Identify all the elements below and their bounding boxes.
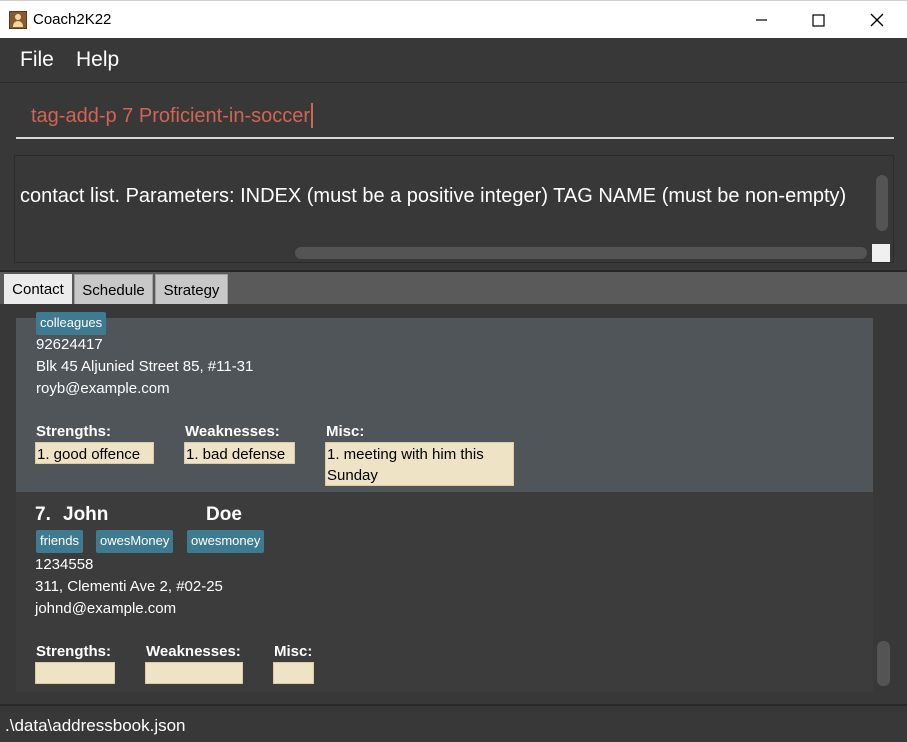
- data-file-path: .\data\addressbook.json: [5, 716, 186, 735]
- person-address: 311, Clementi Ave 2, #02-25: [35, 578, 223, 595]
- strengths-label: Strengths:: [36, 643, 111, 660]
- tab-strategy[interactable]: Strategy: [155, 274, 228, 305]
- tab-bar: Contact Schedule Strategy: [0, 270, 907, 305]
- tag-owesMoney: owesMoney: [96, 530, 174, 553]
- misc-label: Misc:: [326, 423, 365, 440]
- tab-contact[interactable]: Contact: [4, 274, 72, 305]
- person-card-selected[interactable]: colleagues 92624417 Blk 45 Aljunied Stre…: [16, 312, 873, 492]
- weaknesses-label: Weaknesses:: [185, 423, 280, 440]
- misc-note-line-2: Sunday: [327, 467, 378, 484]
- person-address: Blk 45 Aljunied Street 85, #11-31: [36, 358, 254, 375]
- person-phone: 1234558: [35, 556, 94, 573]
- strengths-note: 1. good offence: [35, 442, 154, 464]
- result-horizontal-scrollbar[interactable]: [295, 247, 867, 259]
- menu-help[interactable]: Help: [76, 48, 119, 72]
- person-list: colleagues 92624417 Blk 45 Aljunied Stre…: [0, 304, 907, 702]
- weaknesses-label: Weaknesses:: [146, 643, 241, 660]
- tag-friends: friends: [36, 530, 84, 553]
- misc-note: [273, 662, 314, 684]
- result-display: contact list. Parameters: INDEX (must be…: [14, 155, 894, 263]
- weaknesses-note: 1. bad defense: [184, 442, 295, 464]
- maximize-icon: [811, 13, 825, 27]
- tag-colleagues: colleagues: [36, 312, 107, 335]
- weaknesses-note: [145, 662, 243, 684]
- status-bar: .\data\addressbook.json: [0, 704, 907, 742]
- menu-file[interactable]: File: [20, 48, 54, 72]
- person-card-7[interactable]: 7. John Doe friends owesMoney owesmoney …: [16, 492, 873, 692]
- command-text: tag-add-p 7 Proficient-in-soccer: [31, 105, 311, 127]
- person-last-name: Doe: [206, 504, 242, 525]
- minimize-icon: [756, 19, 767, 21]
- strengths-note: [35, 662, 115, 684]
- menu-bar: File Help: [0, 38, 907, 82]
- misc-label: Misc:: [274, 643, 313, 660]
- command-input[interactable]: tag-add-p 7 Proficient-in-soccer: [16, 83, 894, 139]
- title-bar: Coach2K22: [0, 0, 907, 38]
- tab-schedule[interactable]: Schedule: [74, 274, 153, 305]
- command-area: tag-add-p 7 Proficient-in-soccer: [0, 82, 907, 150]
- close-icon: [870, 13, 884, 27]
- scroll-corner: [872, 244, 890, 262]
- person-phone: 92624417: [36, 336, 103, 353]
- person-index: 7.: [35, 504, 51, 525]
- maximize-button[interactable]: [789, 1, 847, 39]
- strengths-label: Strengths:: [36, 423, 111, 440]
- close-button[interactable]: [848, 1, 906, 39]
- tag-owesmoney: owesmoney: [187, 530, 265, 553]
- person-email: royb@example.com: [36, 380, 170, 397]
- minimize-button[interactable]: [733, 1, 791, 39]
- person-email: johnd@example.com: [35, 600, 177, 617]
- result-vertical-scrollbar[interactable]: [876, 175, 888, 231]
- misc-note: 1. meeting with him this Sunday: [325, 442, 514, 486]
- text-caret: [311, 103, 314, 128]
- person-first-name: John: [63, 504, 109, 525]
- window-title: Coach2K22: [33, 11, 112, 28]
- contact-book-icon: [9, 11, 27, 29]
- result-text: contact list. Parameters: INDEX (must be…: [20, 185, 847, 207]
- misc-note-line-1: 1. meeting with him this: [327, 446, 484, 463]
- list-vertical-scrollbar[interactable]: [877, 641, 890, 686]
